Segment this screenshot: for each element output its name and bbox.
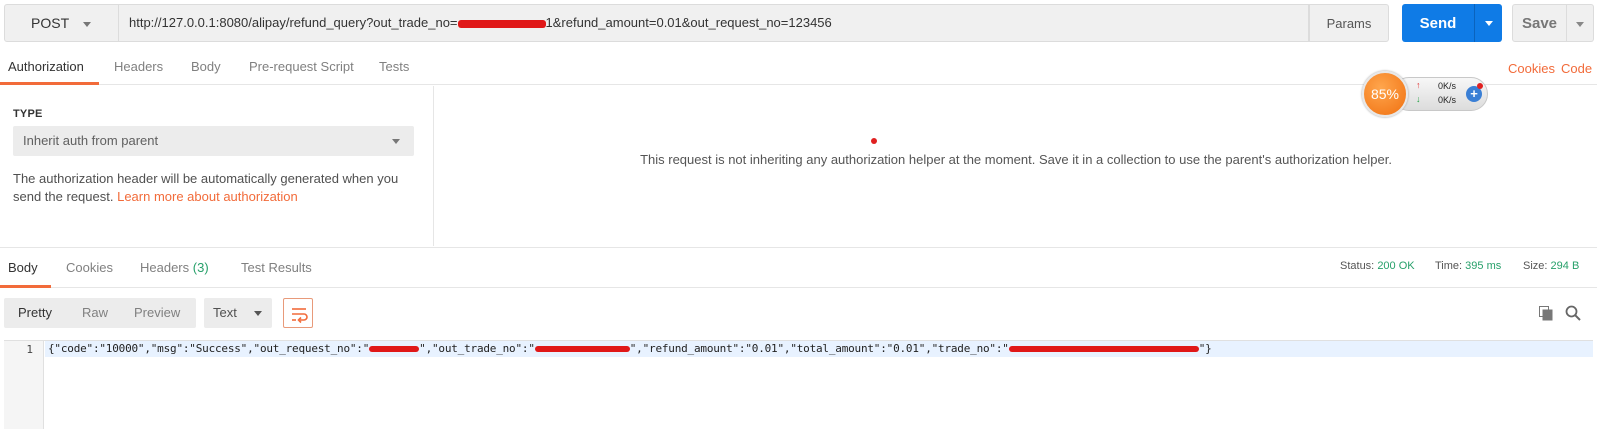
code-part: "} bbox=[1198, 342, 1212, 355]
download-rate: 0K/s bbox=[1438, 95, 1457, 105]
chevron-down-icon bbox=[392, 139, 400, 144]
method-select[interactable]: POST bbox=[4, 4, 119, 42]
size-value: 294 B bbox=[1550, 260, 1580, 272]
code-part: {"code":"10000","msg":"Success","out_req… bbox=[48, 342, 370, 355]
view-preview[interactable]: Preview bbox=[134, 298, 180, 328]
view-pretty[interactable]: Pretty bbox=[18, 298, 52, 328]
tab-response-cookies[interactable]: Cookies bbox=[66, 256, 113, 288]
save-button[interactable]: Save bbox=[1512, 4, 1567, 42]
response-json-line: {"code":"10000","msg":"Success","out_req… bbox=[48, 342, 1212, 355]
size-info: Size: 294 B bbox=[1523, 260, 1579, 272]
format-value: Text bbox=[213, 305, 237, 320]
auth-type-value: Inherit auth from parent bbox=[23, 133, 159, 148]
arrow-up-icon: ↑ bbox=[1416, 80, 1421, 90]
arrow-down-icon: ↓ bbox=[1416, 94, 1421, 104]
tab-tests[interactable]: Tests bbox=[379, 55, 409, 85]
learn-more-link[interactable]: Learn more about authorization bbox=[117, 189, 298, 204]
view-mode-selector: Pretty Raw Preview bbox=[4, 298, 196, 328]
search-icon[interactable] bbox=[1565, 305, 1581, 321]
code-part: ","out_trade_no":" bbox=[419, 342, 535, 355]
chevron-down-icon bbox=[254, 311, 262, 316]
line-number: 1 bbox=[26, 343, 33, 356]
url-text-suffix: 1&refund_amount=0.01&out_request_no=1234… bbox=[545, 15, 832, 30]
wrap-icon bbox=[292, 308, 308, 324]
type-label: TYPE bbox=[13, 108, 43, 120]
wrap-lines-button[interactable] bbox=[283, 298, 313, 328]
tab-authorization[interactable]: Authorization bbox=[0, 55, 99, 85]
format-select[interactable]: Text bbox=[204, 298, 272, 328]
redaction-mark bbox=[369, 346, 420, 352]
method-label: POST bbox=[31, 15, 70, 31]
send-button[interactable]: Send bbox=[1402, 4, 1474, 42]
chevron-down-icon bbox=[1576, 22, 1584, 27]
copy-icon[interactable] bbox=[1539, 306, 1553, 321]
tab-headers[interactable]: Headers bbox=[114, 55, 163, 85]
headers-count-badge: (3) bbox=[192, 260, 209, 275]
notification-dot-icon bbox=[1477, 83, 1483, 89]
tab-response-headers[interactable]: Headers (3) bbox=[140, 256, 209, 288]
save-options-button[interactable] bbox=[1567, 4, 1594, 42]
auth-type-select[interactable]: Inherit auth from parent bbox=[13, 126, 414, 156]
code-part: ","refund_amount":"0.01","total_amount":… bbox=[629, 342, 1009, 355]
url-input[interactable]: http://127.0.0.1:8080/alipay/refund_quer… bbox=[119, 4, 1309, 42]
url-text-prefix: http://127.0.0.1:8080/alipay/refund_quer… bbox=[129, 15, 458, 30]
request-bar: POST http://127.0.0.1:8080/alipay/refund… bbox=[0, 0, 1597, 47]
request-tabs: Authorization Headers Body Pre-request S… bbox=[0, 55, 1597, 85]
auth-type-panel: TYPE Inherit auth from parent The author… bbox=[0, 86, 434, 246]
send-options-button[interactable] bbox=[1474, 4, 1502, 42]
indicator-dot-icon bbox=[871, 138, 877, 144]
network-speed-widget[interactable]: 85% ↑ ↓ 0K/s 0K/s + bbox=[1362, 71, 1488, 117]
redaction-mark bbox=[457, 19, 546, 28]
auth-help: The authorization header will be automat… bbox=[13, 170, 413, 206]
response-toolbar: Pretty Raw Preview Text bbox=[0, 298, 1597, 330]
response-body-editor[interactable]: 1 {"code":"10000","msg":"Success","out_r… bbox=[4, 340, 1593, 429]
params-button[interactable]: Params bbox=[1309, 4, 1389, 42]
chevron-down-icon bbox=[1485, 21, 1493, 26]
tab-response-body[interactable]: Body bbox=[0, 256, 51, 288]
tab-body[interactable]: Body bbox=[191, 55, 221, 85]
status-value: 200 OK bbox=[1377, 260, 1415, 272]
time-value: 395 ms bbox=[1465, 260, 1502, 272]
time-label: Time: bbox=[1435, 260, 1463, 272]
redaction-mark bbox=[534, 346, 630, 352]
code-link[interactable]: Code bbox=[1561, 61, 1592, 76]
response-headers-label: Headers bbox=[140, 260, 190, 275]
chevron-down-icon bbox=[83, 22, 91, 27]
time-info: Time: 395 ms bbox=[1435, 260, 1501, 272]
usage-percent: 85% bbox=[1362, 71, 1408, 117]
status-info: Status: 200 OK bbox=[1340, 260, 1415, 272]
redaction-mark bbox=[1008, 346, 1199, 352]
size-label: Size: bbox=[1523, 260, 1548, 272]
divider bbox=[0, 247, 1597, 248]
view-raw[interactable]: Raw bbox=[82, 298, 108, 328]
upload-rate: 0K/s bbox=[1438, 81, 1457, 91]
tab-pre-request-script[interactable]: Pre-request Script bbox=[249, 55, 354, 85]
status-label: Status: bbox=[1340, 260, 1375, 272]
auth-message: This request is not inheriting any autho… bbox=[640, 152, 1392, 167]
tab-test-results[interactable]: Test Results bbox=[241, 256, 312, 288]
line-gutter: 1 bbox=[4, 341, 44, 429]
cookies-link[interactable]: Cookies bbox=[1508, 61, 1555, 76]
